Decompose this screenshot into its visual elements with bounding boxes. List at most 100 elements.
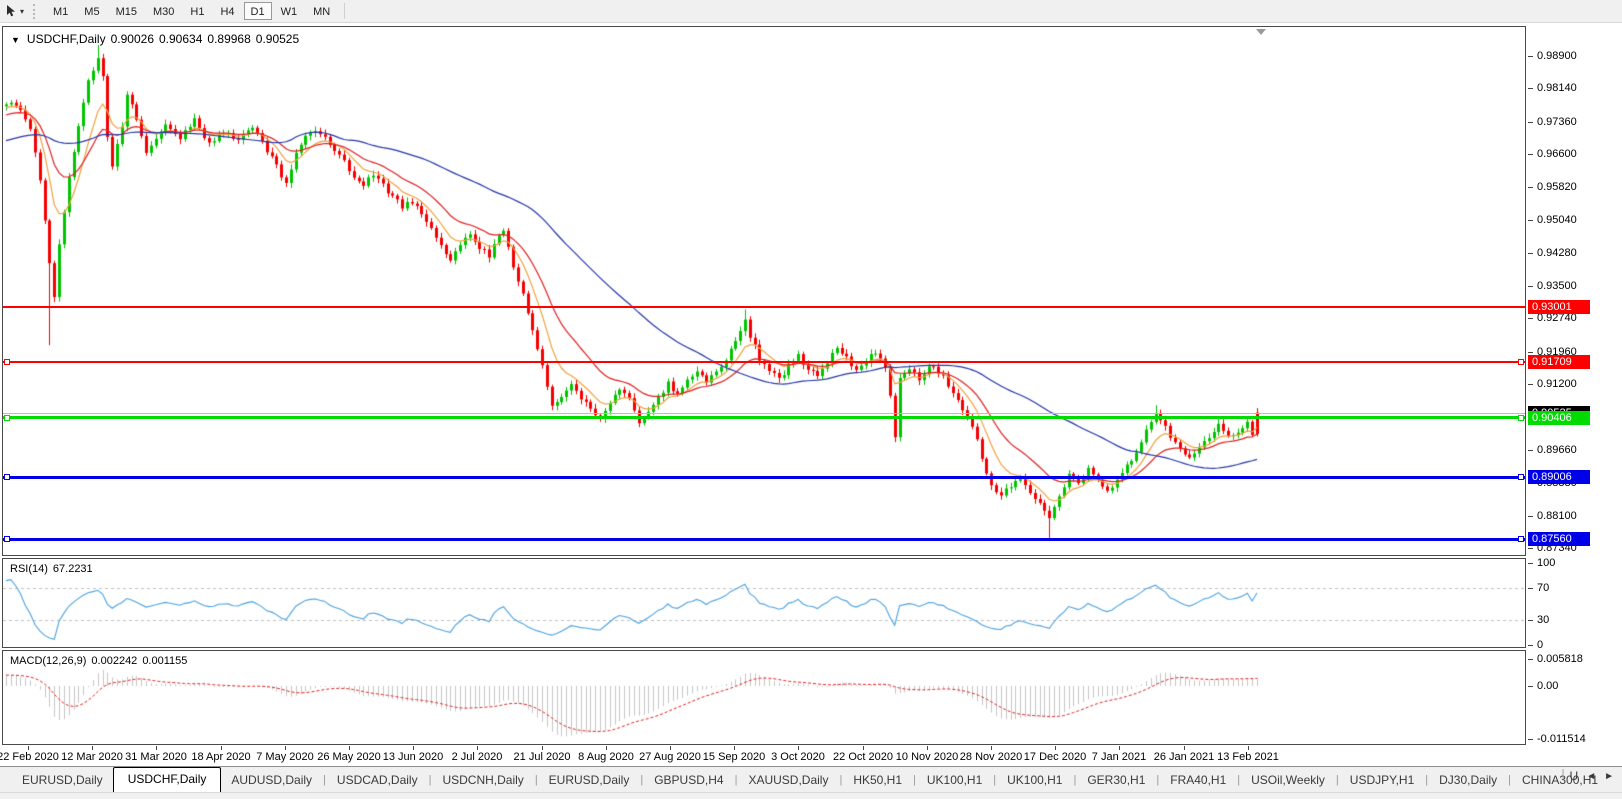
chart-symbol-label: USDCHF,Daily bbox=[27, 32, 106, 46]
macd-label: MACD(12,26,9) 0.002242 0.001155 bbox=[10, 655, 192, 667]
price-tick: 0.94280 bbox=[1537, 247, 1577, 259]
hline-handle[interactable] bbox=[4, 474, 10, 480]
tab-usoil-weekly[interactable]: USOil,Weekly bbox=[1241, 769, 1335, 792]
macd-main-value: 0.002242 bbox=[91, 655, 137, 667]
date-tick bbox=[1119, 746, 1120, 750]
cursor-dropdown-icon[interactable]: ▾ bbox=[20, 7, 24, 16]
timeframe-button-d1[interactable]: D1 bbox=[244, 2, 272, 20]
date-label: 22 Oct 2020 bbox=[833, 751, 893, 763]
price-tick: 0.88100 bbox=[1537, 510, 1577, 522]
date-label: 7 May 2020 bbox=[256, 751, 313, 763]
tab-xauusd-daily[interactable]: XAUUSD,Daily bbox=[738, 769, 838, 792]
tab-hk50-h1[interactable]: HK50,H1 bbox=[843, 769, 912, 792]
date-tick bbox=[28, 746, 29, 750]
rsi-canvas[interactable] bbox=[3, 559, 1525, 647]
timeframe-button-h1[interactable]: H1 bbox=[183, 2, 211, 20]
tab-gbpusd-h4[interactable]: GBPUSD,H4 bbox=[644, 769, 733, 792]
chart-header: ▼USDCHF,Daily0.900260.906340.899680.9052… bbox=[11, 32, 304, 46]
tabs-scroll-right-icon[interactable]: ► bbox=[1600, 771, 1618, 782]
macd-name: MACD(12,26,9) bbox=[10, 655, 86, 667]
date-label: 26 Jan 2021 bbox=[1154, 751, 1215, 763]
price-tick-dash bbox=[1528, 384, 1533, 385]
price-chart-panel[interactable]: ▼USDCHF,Daily0.900260.906340.899680.9052… bbox=[2, 26, 1526, 556]
date-label: 31 Mar 2020 bbox=[125, 751, 187, 763]
hline-0.90406[interactable] bbox=[3, 416, 1525, 419]
rsi-tick: 30 bbox=[1537, 614, 1549, 626]
timeframe-buttons: M1M5M15M30H1H4D1W1MN bbox=[45, 2, 338, 20]
date-label: 18 Apr 2020 bbox=[191, 751, 250, 763]
price-tick-dash bbox=[1528, 352, 1533, 353]
hline-0.93001[interactable] bbox=[3, 306, 1525, 308]
chart-shift-marker[interactable] bbox=[1256, 29, 1266, 35]
date-tick bbox=[542, 746, 543, 750]
price-tick-dash bbox=[1528, 220, 1533, 221]
tab-usdcnh-daily[interactable]: USDCNH,Daily bbox=[432, 769, 533, 792]
tab-usdcad-daily[interactable]: USDCAD,Daily bbox=[327, 769, 428, 792]
macd-signal-value: 0.001155 bbox=[142, 655, 187, 667]
tab-audusd-daily[interactable]: AUDUSD,Daily bbox=[221, 769, 322, 792]
symbol-tabs: EURUSD,DailyUSDCHF,DailyAUDUSD,Daily|USD… bbox=[12, 767, 1608, 792]
timeframe-button-mn[interactable]: MN bbox=[306, 2, 337, 20]
rsi-tick: 70 bbox=[1537, 582, 1549, 594]
tab-uk100-h1[interactable]: UK100,H1 bbox=[917, 769, 992, 792]
hline-handle[interactable] bbox=[1518, 359, 1524, 365]
date-label: 13 Feb 2021 bbox=[1217, 751, 1279, 763]
hline-handle[interactable] bbox=[4, 359, 10, 365]
tab-ger30-h1[interactable]: GER30,H1 bbox=[1077, 769, 1155, 792]
date-tick bbox=[413, 746, 414, 750]
macd-indicator-panel[interactable]: MACD(12,26,9) 0.002242 0.001155 bbox=[2, 650, 1526, 745]
hline-handle[interactable] bbox=[1518, 536, 1524, 542]
tab-dj30-daily[interactable]: DJ30,Daily bbox=[1429, 769, 1507, 792]
hline-0.89006[interactable] bbox=[3, 476, 1525, 479]
date-label: 12 Mar 2020 bbox=[61, 751, 123, 763]
rsi-indicator-panel[interactable]: RSI(14)67.2231 bbox=[2, 558, 1526, 648]
price-tick-dash bbox=[1528, 450, 1533, 451]
price-tick-dash bbox=[1528, 516, 1533, 517]
price-tick-dash bbox=[1528, 548, 1533, 549]
date-label: 10 Nov 2020 bbox=[896, 751, 958, 763]
timeframe-button-h4[interactable]: H4 bbox=[213, 2, 241, 20]
date-tick bbox=[991, 746, 992, 750]
price-tick-dash bbox=[1528, 154, 1533, 155]
ohlc-high: 0.90634 bbox=[159, 32, 202, 46]
hline-handle[interactable] bbox=[4, 536, 10, 542]
timeframe-button-m5[interactable]: M5 bbox=[77, 2, 106, 20]
date-tick bbox=[1184, 746, 1185, 750]
tab-usdchf-daily[interactable]: USDCHF,Daily bbox=[113, 767, 222, 792]
hline-0.91709[interactable] bbox=[3, 361, 1525, 363]
macd-tick-dash bbox=[1528, 659, 1533, 660]
price-tick: 0.98900 bbox=[1537, 50, 1577, 62]
tab-usdjpy-h1[interactable]: USDJPY,H1 bbox=[1340, 769, 1424, 792]
tab-eurusd-daily[interactable]: EURUSD,Daily bbox=[12, 769, 113, 792]
date-tick bbox=[798, 746, 799, 750]
timeframe-button-m30[interactable]: M30 bbox=[146, 2, 181, 20]
date-label: 3 Oct 2020 bbox=[771, 751, 825, 763]
macd-canvas[interactable] bbox=[3, 651, 1525, 744]
chart-collapse-icon[interactable]: ▼ bbox=[11, 35, 20, 45]
tab-fra40-h1[interactable]: FRA40,H1 bbox=[1160, 769, 1236, 792]
hline-handle[interactable] bbox=[1518, 474, 1524, 480]
price-tick: 0.89660 bbox=[1537, 444, 1577, 456]
price-tick: 0.95040 bbox=[1537, 214, 1577, 226]
hline-handle[interactable] bbox=[1518, 415, 1524, 421]
tabs-scroll-left-icon[interactable]: ◄ bbox=[1582, 771, 1600, 782]
tab-truncated[interactable]: U bbox=[1566, 765, 1583, 788]
timeframe-button-m1[interactable]: M1 bbox=[46, 2, 75, 20]
timeframe-button-m15[interactable]: M15 bbox=[109, 2, 144, 20]
price-tick-dash bbox=[1528, 253, 1533, 254]
price-tick: 0.91200 bbox=[1537, 378, 1577, 390]
date-label: 28 Nov 2020 bbox=[960, 751, 1022, 763]
date-label: 26 May 2020 bbox=[317, 751, 381, 763]
rsi-tick-dash bbox=[1528, 588, 1533, 589]
price-tick-dash bbox=[1528, 318, 1533, 319]
date-label: 13 Jun 2020 bbox=[383, 751, 444, 763]
timeframe-button-w1[interactable]: W1 bbox=[274, 2, 305, 20]
tab-eurusd-daily[interactable]: EURUSD,Daily bbox=[539, 769, 640, 792]
cursor-tool-button[interactable]: ▾ bbox=[0, 4, 27, 18]
hline-0.87560[interactable] bbox=[3, 538, 1525, 541]
hline-price-tag-0.91709: 0.91709 bbox=[1528, 355, 1590, 369]
tab-uk100-h1[interactable]: UK100,H1 bbox=[997, 769, 1072, 792]
hline-handle[interactable] bbox=[4, 415, 10, 421]
hline-price-tag-0.87560: 0.87560 bbox=[1528, 532, 1590, 546]
price-tick: 0.95820 bbox=[1537, 181, 1577, 193]
